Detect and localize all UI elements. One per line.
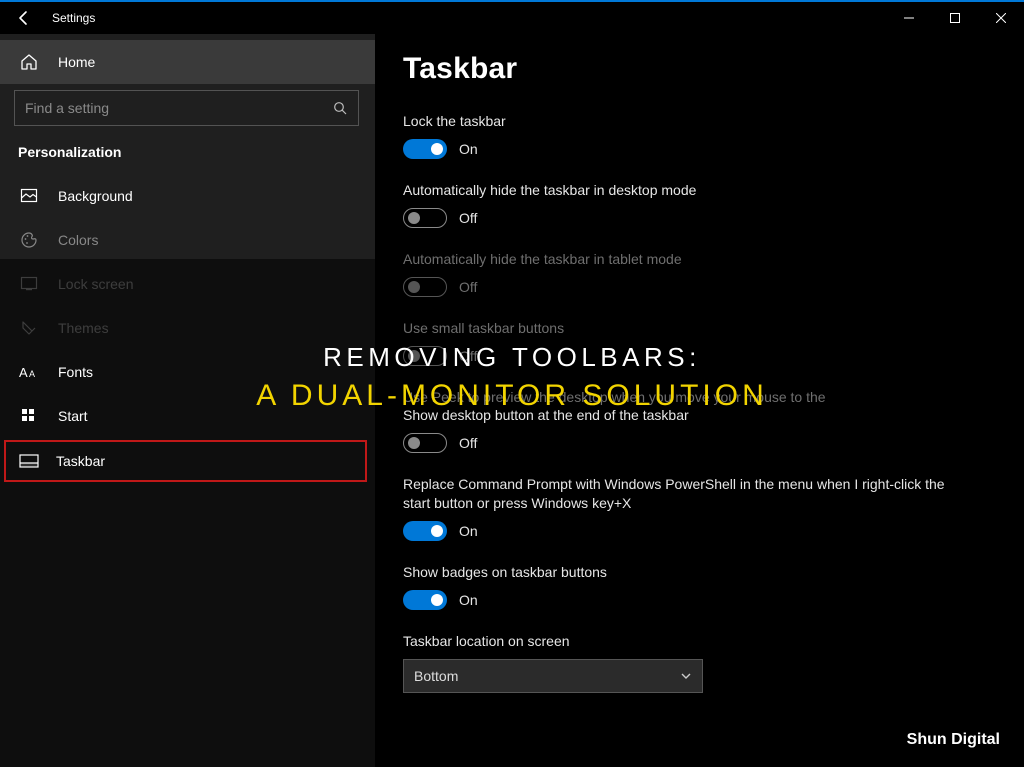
minimize-icon: [904, 13, 914, 23]
setting-label: Use small taskbar buttons: [403, 319, 963, 338]
background-icon: [18, 185, 40, 207]
content-panel: Taskbar Lock the taskbar On Automaticall…: [375, 34, 1024, 767]
setting-label-line2: Show desktop button at the end of the ta…: [403, 406, 963, 425]
watermark: Shun Digital: [907, 731, 1000, 749]
sidebar-item-themes[interactable]: Themes: [0, 306, 375, 350]
sidebar-item-lockscreen[interactable]: Lock screen: [0, 262, 375, 306]
sidebar-item-fonts[interactable]: AA Fonts: [0, 350, 375, 394]
toggle-state: Off: [459, 279, 477, 295]
setting-label: Lock the taskbar: [403, 112, 963, 131]
close-button[interactable]: [978, 2, 1024, 34]
setting-label: Automatically hide the taskbar in tablet…: [403, 250, 963, 269]
setting-small-buttons: Use small taskbar buttons Off: [403, 319, 996, 366]
toggle-state: On: [459, 592, 478, 608]
close-icon: [996, 13, 1006, 23]
svg-text:A: A: [29, 369, 35, 379]
svg-text:A: A: [19, 365, 28, 380]
toggle-state: On: [459, 523, 478, 539]
setting-label: Show badges on taskbar buttons: [403, 563, 963, 582]
sidebar-item-colors[interactable]: Colors: [0, 218, 375, 262]
toggle-autohide-tablet[interactable]: [403, 277, 447, 297]
home-icon: [18, 51, 40, 73]
dropdown-taskbar-location[interactable]: Bottom: [403, 659, 703, 693]
themes-icon: [18, 317, 40, 339]
sidebar-item-start[interactable]: Start: [0, 394, 375, 438]
setting-peek: Use Peek to preview the desktop when you…: [403, 388, 996, 454]
setting-label: Replace Command Prompt with Windows Powe…: [403, 475, 963, 513]
sidebar-item-label: Fonts: [58, 364, 93, 380]
toggle-state: Off: [459, 348, 477, 364]
setting-label-line1: Use Peek to preview the desktop when you…: [403, 388, 963, 407]
toggle-lock-taskbar[interactable]: [403, 139, 447, 159]
toggle-powershell[interactable]: [403, 521, 447, 541]
window-controls: [886, 2, 1024, 34]
chevron-down-icon: [680, 670, 692, 682]
toggle-autohide-desktop[interactable]: [403, 208, 447, 228]
sidebar-item-label: Background: [58, 188, 133, 204]
setting-autohide-desktop: Automatically hide the taskbar in deskto…: [403, 181, 996, 228]
page-title: Taskbar: [403, 52, 996, 86]
search-wrap: Find a setting: [0, 84, 375, 136]
sidebar-item-label: Start: [58, 408, 88, 424]
app-body: Home Find a setting Personalization Back…: [0, 34, 1024, 767]
maximize-button[interactable]: [932, 2, 978, 34]
back-button[interactable]: [0, 2, 48, 34]
setting-lock-taskbar: Lock the taskbar On: [403, 112, 996, 159]
dropdown-value: Bottom: [414, 668, 458, 684]
toggle-small-buttons[interactable]: [403, 346, 447, 366]
titlebar: Settings: [0, 2, 1024, 34]
toggle-state: On: [459, 141, 478, 157]
sidebar-home-label: Home: [58, 54, 95, 70]
sidebar-section-label: Personalization: [0, 136, 375, 174]
sidebar-item-label: Lock screen: [58, 276, 133, 292]
colors-icon: [18, 229, 40, 251]
window-title: Settings: [48, 11, 95, 25]
toggle-peek[interactable]: [403, 433, 447, 453]
search-icon: [333, 101, 348, 116]
lockscreen-icon: [18, 273, 40, 295]
maximize-icon: [950, 13, 960, 23]
setting-powershell: Replace Command Prompt with Windows Powe…: [403, 475, 996, 541]
sidebar-item-label: Taskbar: [56, 453, 105, 469]
toggle-badges[interactable]: [403, 590, 447, 610]
setting-label: Automatically hide the taskbar in deskto…: [403, 181, 963, 200]
sidebar: Home Find a setting Personalization Back…: [0, 34, 375, 767]
setting-autohide-tablet: Automatically hide the taskbar in tablet…: [403, 250, 996, 297]
taskbar-icon: [18, 450, 40, 472]
sidebar-item-label: Themes: [58, 320, 109, 336]
start-icon: [18, 405, 40, 427]
search-placeholder: Find a setting: [25, 100, 333, 116]
settings-window: Settings Home Find a setting: [0, 0, 1024, 767]
sidebar-item-background[interactable]: Background: [0, 174, 375, 218]
toggle-state: Off: [459, 210, 477, 226]
sidebar-home[interactable]: Home: [0, 40, 375, 84]
setting-taskbar-location: Taskbar location on screen Bottom: [403, 632, 996, 693]
sidebar-item-label: Colors: [58, 232, 98, 248]
sidebar-item-taskbar[interactable]: Taskbar: [4, 440, 367, 482]
setting-label: Taskbar location on screen: [403, 632, 963, 651]
arrow-left-icon: [16, 10, 32, 26]
setting-badges: Show badges on taskbar buttons On: [403, 563, 996, 610]
search-input[interactable]: Find a setting: [14, 90, 359, 126]
toggle-state: Off: [459, 435, 477, 451]
fonts-icon: AA: [18, 361, 40, 383]
minimize-button[interactable]: [886, 2, 932, 34]
